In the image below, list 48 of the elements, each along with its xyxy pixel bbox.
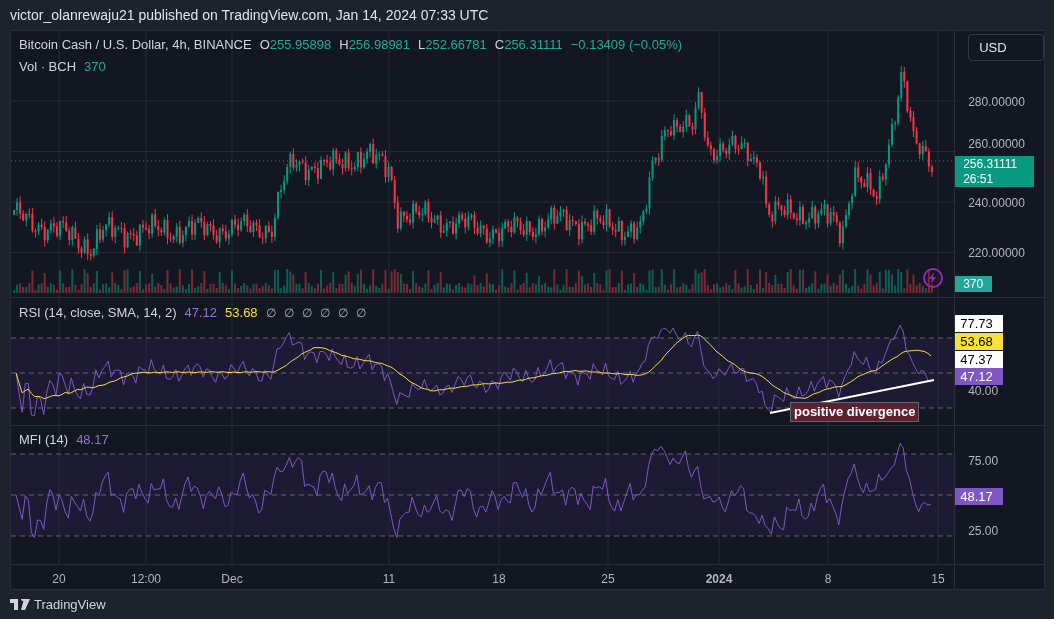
time-label: 2024 xyxy=(705,571,733,588)
time-label: 12:00 xyxy=(131,571,161,588)
price-label: 220.00000 xyxy=(968,245,1025,262)
time-label: 8 xyxy=(824,571,832,588)
price-label: 260.00000 xyxy=(968,136,1025,153)
rsi-value-tag: 77.73 xyxy=(955,315,1004,332)
mfi-axis-label: 75.00 xyxy=(968,453,999,470)
logo-icon xyxy=(10,599,30,610)
volume-value: 370 xyxy=(84,57,106,76)
divergence-annotation: positive divergence xyxy=(790,402,920,422)
price-label: 240.00000 xyxy=(968,195,1025,212)
empty-value: ∅ xyxy=(301,305,312,322)
rsi-title: RSI (14, close, SMA, 14, 2) xyxy=(19,304,177,322)
price-change: −0.13409 (−0.05%) xyxy=(570,36,683,54)
last-price-tag: 256.31111 26:51 xyxy=(955,156,1035,187)
empty-value: ∅ xyxy=(283,305,294,322)
ohlc-value: H256.98981 xyxy=(339,36,411,54)
rsi-sma-value: 53.68 xyxy=(225,304,258,322)
symbol-title: Bitcoin Cash / U.S. Dollar, 4h, BINANCE xyxy=(19,36,252,54)
ohlc-value: L252.66781 xyxy=(418,36,487,54)
ohlc-value: O255.95898 xyxy=(259,36,332,54)
mfi-value-tag: 48.17 xyxy=(955,488,1004,505)
time-label: Dec xyxy=(221,571,243,588)
empty-value: ∅ xyxy=(265,305,276,322)
currency-button[interactable]: USD xyxy=(968,34,1045,61)
rsi-value-tag: 53.68 xyxy=(955,333,1004,350)
time-label: 11 xyxy=(382,571,396,588)
time-label: 15 xyxy=(931,571,945,588)
time-label: 25 xyxy=(601,571,615,588)
mfi-axis-label: 25.00 xyxy=(968,523,999,540)
publish-info: victor_olanrewaju21 published on TradingView.com, Jan 14, 2024 07:33 UTC xyxy=(10,5,489,25)
price-label: 280.00000 xyxy=(968,94,1025,111)
ohlc-value: C256.31111 xyxy=(494,36,563,54)
volume-tag: 370 xyxy=(955,276,993,292)
lightning-icon xyxy=(923,268,943,288)
empty-value: ∅ xyxy=(337,305,348,322)
time-label: 20 xyxy=(52,571,66,588)
empty-value: ∅ xyxy=(319,305,330,322)
rsi-value: 47.12 xyxy=(184,304,218,322)
rsi-value-tag: 47.37 xyxy=(955,351,1004,368)
time-label: 18 xyxy=(492,571,506,588)
brand-name: TradingView xyxy=(34,595,106,614)
rsi-axis-label: 40.00 xyxy=(968,383,999,400)
mfi-value: 48.17 xyxy=(76,431,109,449)
empty-value: ∅ xyxy=(355,305,366,322)
mfi-title: MFI (14) xyxy=(19,431,69,449)
rsi-value-tag: 47.12 xyxy=(955,368,1004,385)
volume-label: Vol · BCH xyxy=(19,57,77,76)
